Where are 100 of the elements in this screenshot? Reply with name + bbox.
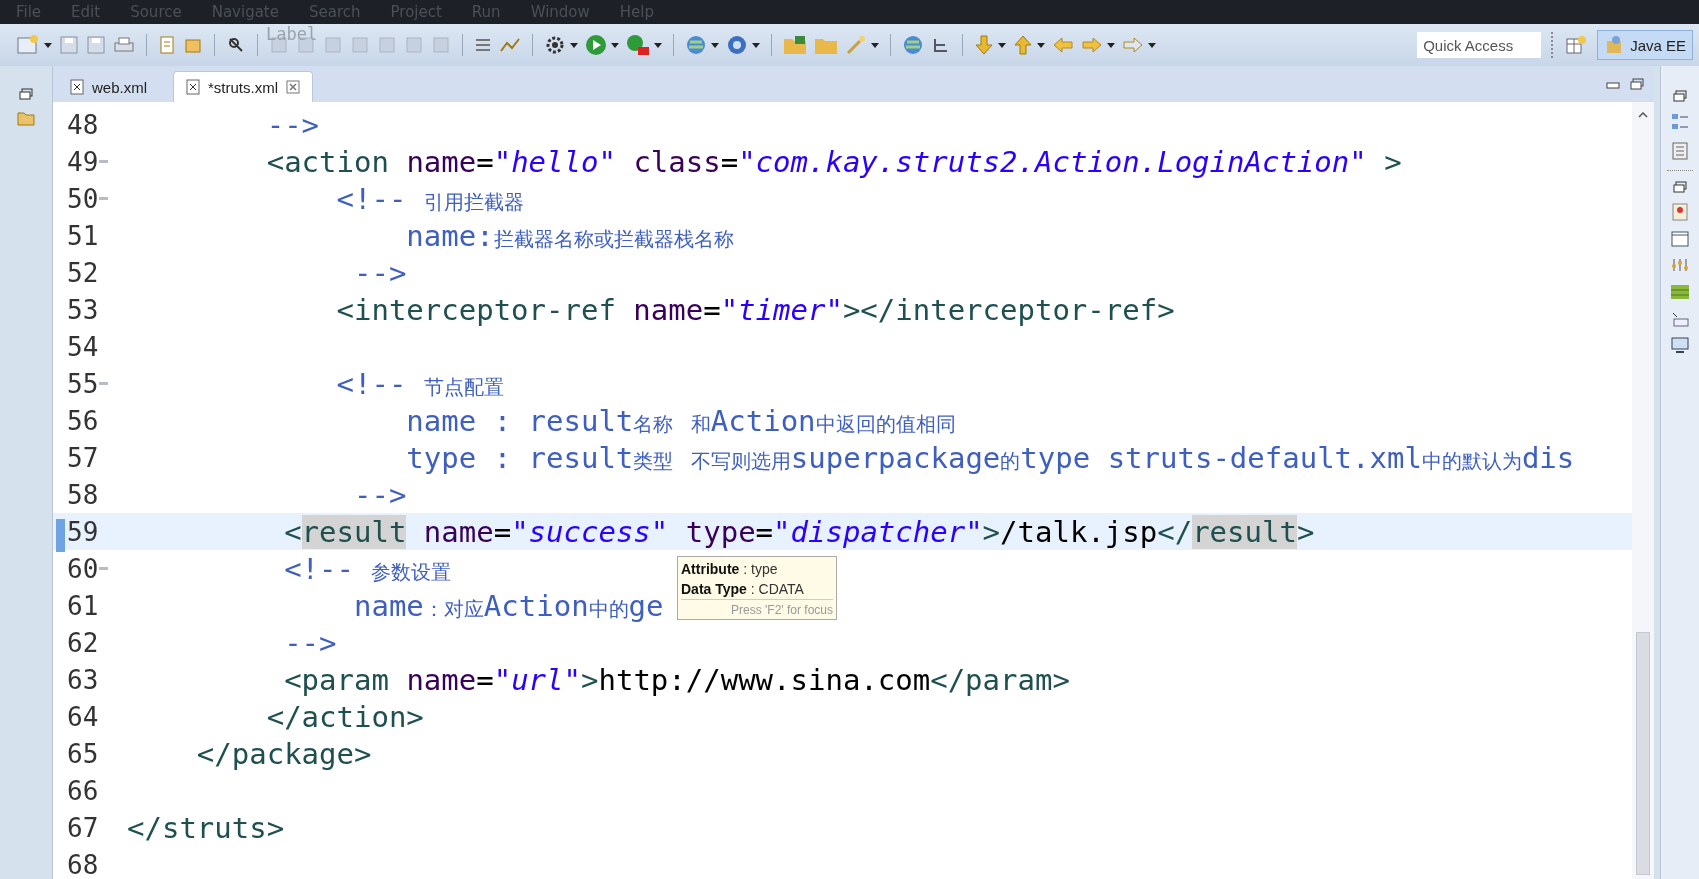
tooltip-row-text: Data Type : CDATA [681, 580, 805, 599]
dropdown-caret-icon[interactable] [44, 42, 52, 48]
line-number: 58 [67, 479, 99, 510]
xml-tag: result [301, 514, 407, 549]
snippets-icon[interactable] [1671, 311, 1689, 327]
console-icon[interactable] [1671, 337, 1689, 353]
xml-tag: </struts> [127, 810, 285, 845]
save-icon[interactable] [86, 35, 106, 55]
xml-tag: </ [1157, 514, 1193, 549]
run-icon[interactable] [585, 34, 607, 56]
line-number: 66 [67, 775, 99, 806]
minimize-icon[interactable] [1606, 82, 1620, 90]
folder-icon[interactable] [17, 110, 35, 126]
xml-comment: <!-- 参数设置 [284, 551, 452, 586]
folder-icon[interactable] [783, 35, 807, 55]
dropdown-caret-icon[interactable] [711, 42, 719, 48]
perspective-button[interactable]: Java EE [1597, 30, 1693, 60]
line-number: 60 [67, 553, 99, 584]
gear-icon[interactable] [544, 34, 566, 56]
dropdown-caret-icon[interactable] [1148, 42, 1156, 48]
data-source-icon[interactable] [1670, 283, 1690, 301]
line-number: 51 [67, 220, 99, 251]
dropdown-caret-icon[interactable] [611, 42, 619, 48]
element-text: /talk.jsp [1000, 514, 1158, 549]
restore-icon[interactable] [19, 88, 33, 100]
xml-tag: <param [284, 662, 389, 697]
attribute-name: name [633, 292, 704, 327]
equals-sign: = [703, 292, 721, 327]
xml-tag: result [1192, 514, 1297, 549]
fold-icon[interactable] [99, 381, 109, 386]
dropdown-caret-icon[interactable] [1037, 42, 1045, 48]
attribute-value: "url" [493, 662, 581, 697]
document-icon[interactable] [158, 35, 176, 55]
xml-comment: type : result类型 不写则选用superpackage的type struts-default.xml中的默认为dis [406, 440, 1575, 475]
save-icon[interactable] [59, 35, 79, 55]
quick-access-field[interactable]: Quick Access [1417, 32, 1542, 58]
line-number: 52 [67, 257, 99, 288]
markers-icon[interactable] [1672, 203, 1688, 221]
xml-tag: > [581, 662, 599, 697]
arrow-left-icon[interactable] [1052, 36, 1074, 54]
fold-icon[interactable] [99, 159, 109, 164]
xml-tag: <interceptor-ref [336, 292, 616, 327]
attribute-name: name [406, 662, 477, 697]
xml-tag: < [284, 514, 302, 549]
xml-tag: ></interceptor-ref> [842, 292, 1175, 327]
xml-tag: > [1384, 144, 1402, 179]
xml-comment: --> [284, 625, 337, 660]
dropdown-caret-icon[interactable] [998, 42, 1006, 48]
xml-comment: name：对应Action中的ge [354, 588, 664, 623]
line-number: 56 [67, 405, 99, 436]
xml-comment: --> [354, 255, 407, 290]
scroll-up-icon[interactable] [1638, 112, 1648, 118]
editor-tab[interactable]: web.xml [57, 71, 173, 102]
line-number: 55 [67, 368, 99, 399]
xml-comment: name:拦截器名称或拦截器栈名称 [406, 218, 734, 253]
attribute-value: "hello" [493, 144, 616, 179]
line-number: 65 [67, 738, 99, 769]
dropdown-caret-icon[interactable] [570, 42, 578, 48]
attribute-name: name [406, 144, 477, 179]
restore-icon[interactable] [1673, 181, 1687, 193]
outline-icon[interactable] [1671, 112, 1689, 132]
restore-icon[interactable] [1673, 90, 1687, 102]
attribute-name: class [633, 144, 721, 179]
attribute-value: "timer" [720, 292, 843, 327]
tooltip-row-text: Attribute : type [681, 560, 779, 579]
line-number: 59 [67, 516, 99, 547]
line-number: 48 [67, 109, 99, 140]
attribute-value: "dispatcher" [773, 514, 983, 549]
xml-comment: name : result名称 和Action中返回的值相同 [406, 403, 956, 438]
fold-icon[interactable] [99, 196, 109, 201]
attribute-name: type [685, 514, 756, 549]
line-number: 64 [67, 701, 99, 732]
line-number: 54 [67, 331, 99, 362]
list-icon[interactable] [474, 36, 492, 54]
xml-tag: </param> [930, 662, 1070, 697]
line-number: 62 [67, 627, 99, 658]
attribute-name: name [423, 514, 494, 549]
window-icon[interactable] [1671, 231, 1689, 247]
open-perspective-icon[interactable] [1565, 35, 1588, 55]
maximize-icon[interactable] [1630, 78, 1644, 90]
equals-sign: = [476, 662, 494, 697]
xml-file-icon [186, 79, 200, 95]
dropdown-caret-icon[interactable] [871, 42, 879, 48]
fold-icon[interactable] [99, 566, 109, 571]
xml-tag: > [1296, 514, 1315, 549]
line-number: 49 [67, 146, 99, 177]
document-icon[interactable] [1672, 142, 1688, 160]
dropdown-caret-icon[interactable] [1107, 42, 1115, 48]
xml-comment: <!-- 节点配置 [336, 366, 504, 401]
dropdown-caret-icon[interactable] [752, 42, 760, 48]
equals-sign: = [493, 514, 512, 549]
dropdown-caret-icon[interactable] [654, 42, 662, 48]
printer-icon[interactable] [113, 35, 135, 55]
editor-tab[interactable]: *struts.xml [173, 71, 313, 102]
run-server-icon[interactable] [626, 34, 650, 56]
servers-icon[interactable] [1671, 257, 1689, 273]
xml-tag: </package> [196, 736, 372, 771]
line-number: 50 [67, 183, 99, 214]
close-icon[interactable] [286, 80, 300, 94]
scrollbar-thumb[interactable] [1636, 632, 1650, 875]
